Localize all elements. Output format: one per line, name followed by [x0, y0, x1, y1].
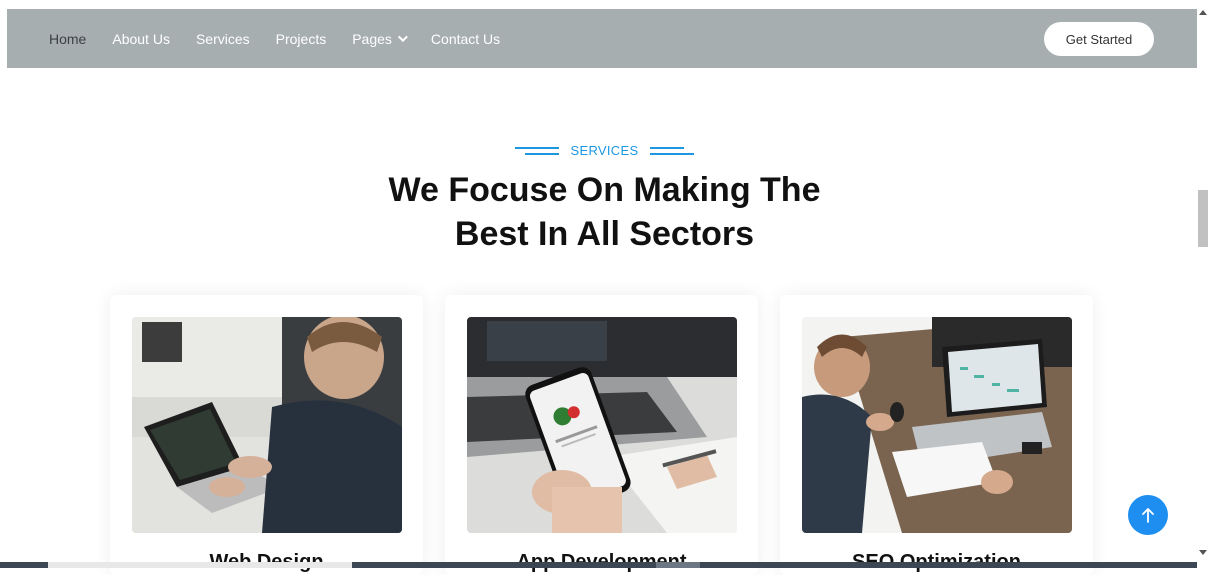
nav-contact-us[interactable]: Contact Us [431, 31, 500, 47]
section-tag-label: SERVICES [570, 143, 639, 158]
man-laptop-photo [132, 317, 402, 533]
top-strip [0, 0, 1197, 9]
service-card-seo-optimization[interactable]: SEO Optimization [780, 295, 1093, 575]
phone-app-photo [467, 317, 737, 533]
nav-pages-dropdown[interactable]: Pages [352, 30, 408, 47]
tag-lines-left [514, 146, 559, 155]
back-to-top-button[interactable] [1128, 495, 1168, 535]
desk-laptop-photo [802, 317, 1072, 533]
heading-line-1: We Focuse On Making The [388, 171, 821, 209]
section-heading: We Focuse On Making The Best In All Sect… [0, 168, 1209, 256]
service-card-web-design[interactable]: Web Design [110, 295, 423, 575]
tag-lines-right [650, 146, 695, 155]
chevron-down-icon [397, 32, 408, 43]
nav-home[interactable]: Home [49, 31, 86, 47]
get-started-button[interactable]: Get Started [1044, 22, 1154, 56]
page-scrollbar[interactable] [1197, 0, 1209, 568]
nav-about-us[interactable]: About Us [112, 31, 170, 47]
bottom-taskbar [0, 562, 1197, 568]
scroll-up-arrow-icon[interactable] [1199, 10, 1207, 15]
service-card-app-development[interactable]: App Development [445, 295, 758, 575]
nav-projects[interactable]: Projects [276, 31, 327, 47]
arrow-up-icon [1142, 508, 1154, 523]
navbar: Home About Us Services Projects Pages Co… [7, 9, 1197, 68]
taskbar-segment [48, 562, 352, 568]
heading-line-2: Best In All Sectors [454, 215, 755, 253]
scroll-down-arrow-icon[interactable] [1199, 550, 1207, 555]
taskbar-segment [656, 562, 700, 568]
nav-services[interactable]: Services [196, 31, 250, 47]
nav-pages-label: Pages [352, 30, 392, 47]
section-tag: SERVICES [0, 143, 1209, 158]
main-nav: Home About Us Services Projects Pages Co… [49, 9, 526, 68]
